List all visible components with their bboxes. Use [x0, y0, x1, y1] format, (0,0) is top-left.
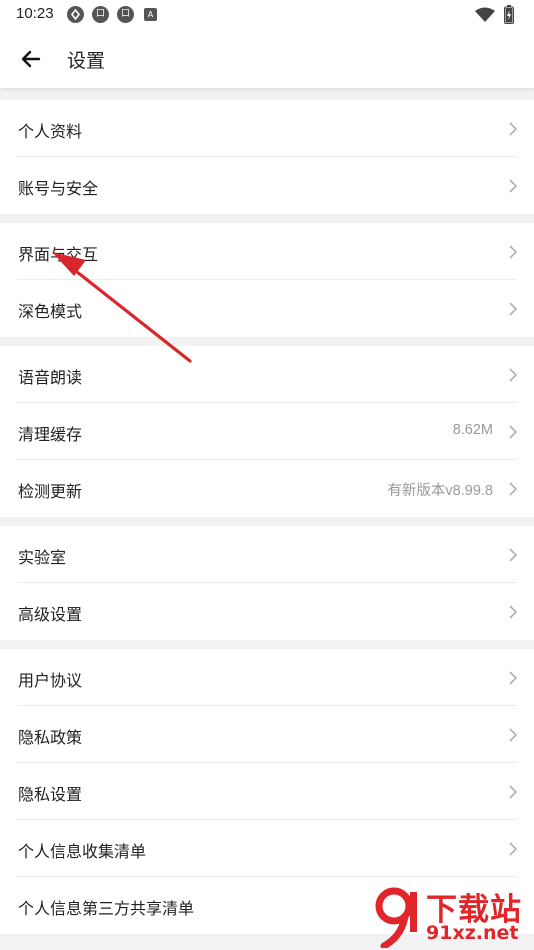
row-label: 用户协议 — [18, 671, 83, 690]
chevron-right-icon — [509, 302, 518, 316]
status-time: 10:23 — [16, 5, 54, 22]
chevron-right-icon — [509, 425, 518, 439]
notification-icon: 口 — [92, 6, 109, 23]
settings-row-privacy-policy[interactable]: 隐私政策 — [0, 706, 534, 763]
settings-row-personal-info-list[interactable]: 个人信息收集清单 — [0, 820, 534, 877]
settings-row-interface[interactable]: 界面与交互 — [0, 223, 534, 280]
row-label: 深色模式 — [18, 302, 83, 321]
settings-row-lab[interactable]: 实验室 — [0, 526, 534, 583]
notification-icon: 口 — [117, 6, 134, 23]
row-label: 检测更新 — [18, 482, 83, 501]
row-label: 实验室 — [18, 548, 67, 567]
chevron-right-icon — [509, 728, 518, 742]
row-label: 个人资料 — [18, 122, 83, 141]
watermark-logo-icon — [375, 887, 417, 948]
settings-group-display: 界面与交互 深色模式 — [0, 223, 534, 337]
watermark: 下载站 91xz.net — [372, 884, 532, 950]
row-label: 隐私政策 — [18, 728, 83, 747]
a-icon: A — [144, 8, 157, 21]
status-bar: 10:23 口 口 A — [0, 0, 534, 30]
page-title: 设置 — [67, 50, 106, 72]
chevron-right-icon — [509, 548, 518, 562]
settings-row-advanced[interactable]: 高级设置 — [0, 583, 534, 640]
arrow-left-icon — [21, 50, 41, 68]
chevron-right-icon — [509, 842, 518, 856]
settings-row-user-agreement[interactable]: 用户协议 — [0, 649, 534, 706]
update-version-value: 有新版本v8.99.8 — [387, 483, 493, 499]
settings-row-profile[interactable]: 个人资料 — [0, 100, 534, 157]
chevron-right-icon — [509, 605, 518, 619]
chevron-right-icon — [509, 368, 518, 382]
row-label: 清理缓存 — [18, 425, 83, 444]
row-label: 语音朗读 — [18, 368, 83, 387]
app-header: 设置 — [0, 30, 534, 88]
settings-group-advanced: 实验室 高级设置 — [0, 526, 534, 640]
settings-row-account-security[interactable]: 账号与安全 — [0, 157, 534, 214]
row-label: 个人信息收集清单 — [18, 842, 147, 861]
chevron-right-icon — [509, 179, 518, 193]
row-label: 隐私设置 — [18, 785, 83, 804]
row-label: 个人信息第三方共享清单 — [18, 899, 195, 918]
chevron-right-icon — [509, 122, 518, 136]
watermark-url: 91xz.net — [426, 922, 519, 944]
wifi-icon — [475, 7, 495, 22]
settings-row-clear-cache[interactable]: 清理缓存 8.62M — [0, 403, 534, 460]
settings-row-dark-mode[interactable]: 深色模式 — [0, 280, 534, 337]
status-indicators — [474, 5, 520, 25]
settings-row-check-update[interactable]: 检测更新 有新版本v8.99.8 — [0, 460, 534, 517]
chevron-right-icon — [509, 482, 518, 496]
chevron-right-icon — [509, 245, 518, 259]
battery-icon — [504, 5, 514, 24]
row-label: 账号与安全 — [18, 179, 99, 198]
settings-group-general: 语音朗读 清理缓存 8.62M 检测更新 有新版本v8.99.8 — [0, 346, 534, 517]
settings-group-account: 个人资料 账号与安全 — [0, 100, 534, 214]
chevron-right-icon — [509, 671, 518, 685]
tracking-icon — [67, 6, 84, 23]
row-label: 高级设置 — [18, 605, 83, 624]
row-label: 界面与交互 — [18, 245, 99, 264]
settings-row-privacy-settings[interactable]: 隐私设置 — [0, 763, 534, 820]
back-button[interactable] — [16, 44, 46, 74]
chevron-right-icon — [509, 785, 518, 799]
settings-row-read-aloud[interactable]: 语音朗读 — [0, 346, 534, 403]
cache-size-value: 8.62M — [452, 422, 493, 438]
